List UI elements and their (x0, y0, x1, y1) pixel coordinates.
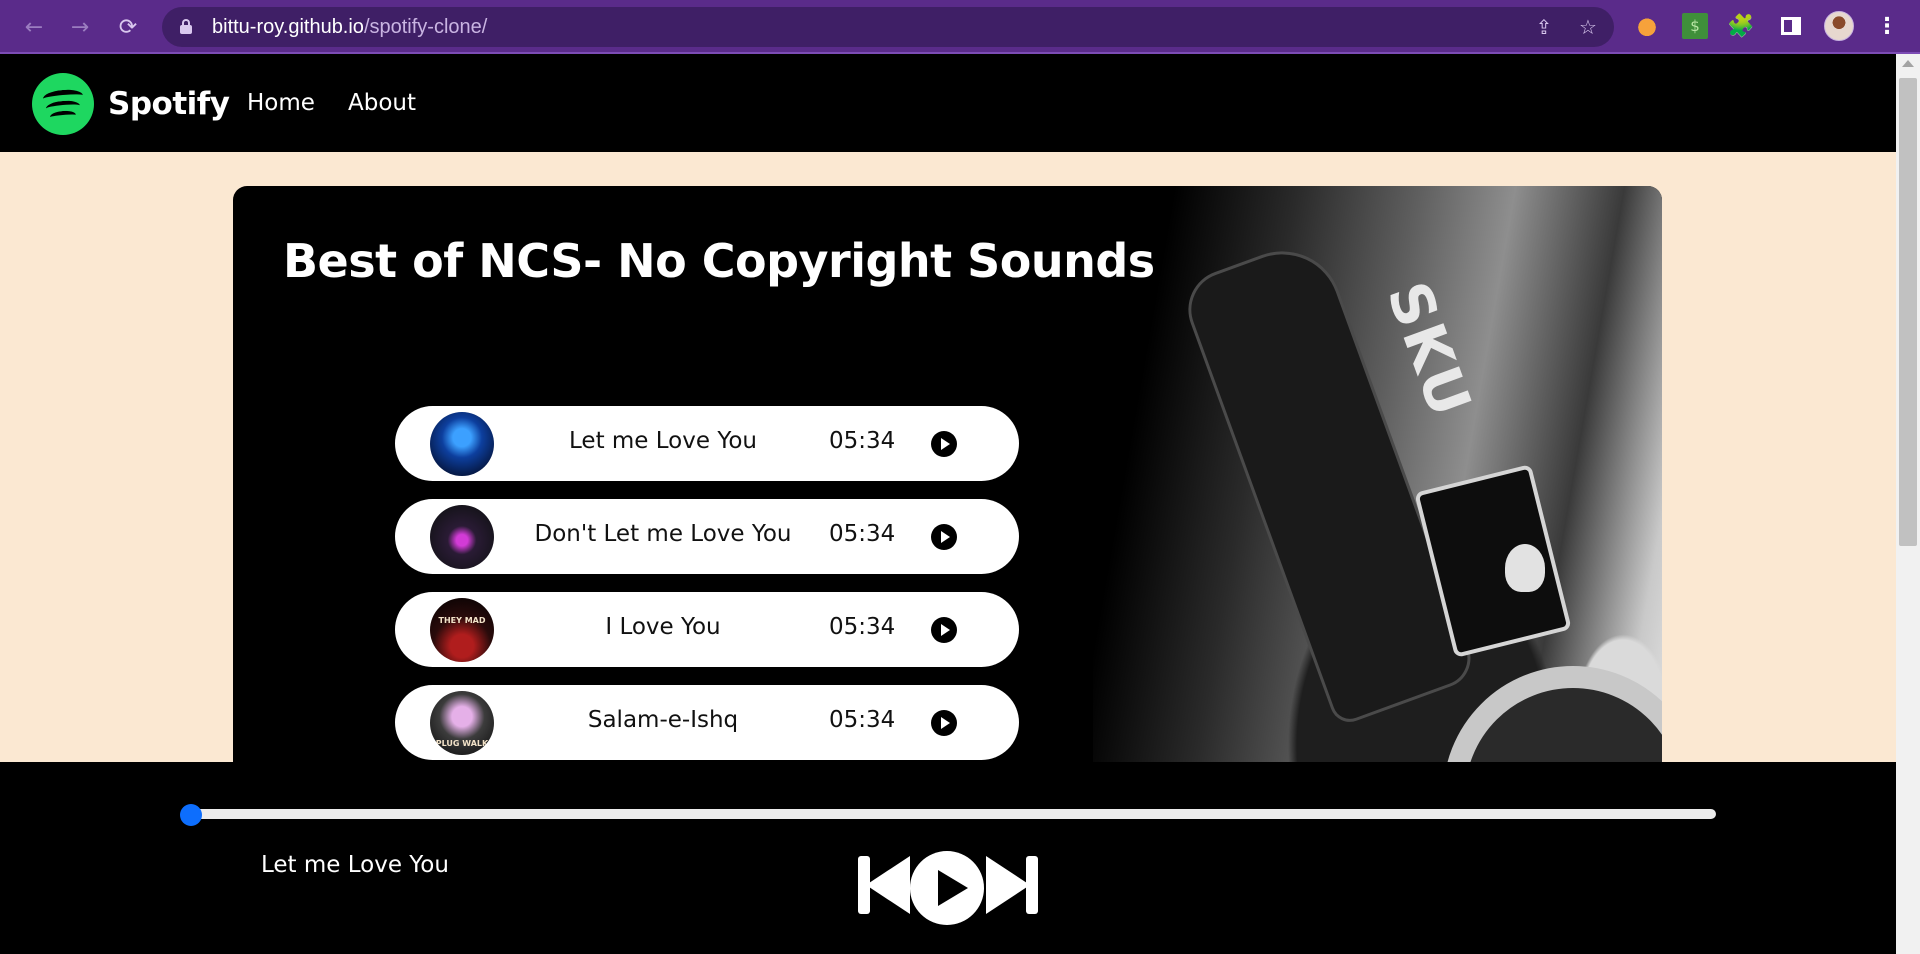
song-item[interactable]: PLUG WALK Salam-e-Ishq 05:34 (395, 685, 1019, 760)
play-circle-icon[interactable] (931, 524, 957, 550)
reload-icon[interactable]: ⟳ (112, 11, 144, 43)
song-duration: 05:34 (829, 521, 896, 547)
song-name: Don't Let me Love You (534, 521, 792, 547)
url-path: /spotify-clone/ (363, 16, 488, 38)
nav-link-home[interactable]: Home (247, 90, 315, 116)
dollar-extension-icon[interactable]: $ (1682, 13, 1708, 39)
forward-arrow-icon[interactable]: → (64, 11, 96, 43)
brand-name[interactable]: Spotify (108, 86, 230, 122)
metamask-fox-icon[interactable] (1634, 13, 1660, 39)
side-panel-icon[interactable] (1778, 13, 1804, 39)
share-icon[interactable]: ⇪ (1532, 15, 1556, 39)
page-viewport: Spotify Home About SKU Best of NCS- No C… (0, 54, 1896, 954)
site-navbar: Spotify Home About (0, 54, 1896, 152)
song-cover-image: PLUG WALK (430, 691, 494, 755)
play-circle-icon[interactable] (931, 617, 957, 643)
album-title: Best of NCS- No Copyright Sounds (283, 234, 1155, 288)
song-cover-image (430, 412, 494, 476)
lock-icon[interactable] (180, 19, 192, 34)
song-duration: 05:34 (829, 707, 896, 733)
bottom-player: Let me Love You (0, 762, 1896, 954)
browser-toolbar: ← → ⟳ bittu-roy.github.io/spotify-clone/… (0, 0, 1920, 54)
play-pause-icon[interactable] (910, 851, 984, 925)
progress-handle[interactable] (180, 804, 202, 826)
song-duration: 05:34 (829, 428, 896, 454)
url-domain: bittu-roy.github.io (212, 16, 364, 38)
extensions-puzzle-icon[interactable]: 🧩 (1727, 13, 1754, 39)
song-duration: 05:34 (829, 614, 896, 640)
skull-logo-icon (1505, 544, 1545, 592)
song-item[interactable]: Don't Let me Love You 05:34 (395, 499, 1019, 574)
song-name: Salam-e-Ishq (587, 707, 739, 733)
profile-avatar[interactable] (1824, 11, 1854, 41)
song-cover-image (430, 505, 494, 569)
song-item[interactable]: THEY MAD I Love You 05:34 (395, 592, 1019, 667)
spotify-logo-icon[interactable] (32, 73, 94, 135)
now-playing-title: Let me Love You (261, 852, 449, 878)
song-cover-image: THEY MAD (430, 598, 494, 662)
song-name: I Love You (605, 614, 721, 640)
next-track-icon[interactable] (986, 856, 1038, 914)
bookmark-star-icon[interactable]: ☆ (1576, 15, 1600, 39)
song-item[interactable]: Let me Love You 05:34 (395, 406, 1019, 481)
address-bar[interactable]: bittu-roy.github.io/spotify-clone/ ⇪ ☆ (162, 7, 1614, 47)
nav-link-about[interactable]: About (348, 90, 416, 116)
browser-menu-icon[interactable]: ⋮ (1874, 13, 1900, 39)
scroll-thumb[interactable] (1899, 78, 1917, 546)
cover-text: THEY MAD (438, 616, 486, 625)
previous-track-icon[interactable] (858, 856, 910, 914)
scroll-up-arrow-icon[interactable] (1902, 60, 1914, 67)
page-scrollbar[interactable] (1896, 54, 1920, 954)
cover-text: PLUG WALK (435, 739, 489, 748)
song-list: Let me Love You 05:34 Don't Let me Love … (395, 406, 1019, 778)
play-circle-icon[interactable] (931, 431, 957, 457)
url-text[interactable]: bittu-roy.github.io/spotify-clone/ (212, 16, 487, 39)
song-name: Let me Love You (569, 428, 757, 454)
back-arrow-icon[interactable]: ← (18, 11, 50, 43)
album-container: SKU Best of NCS- No Copyright Sounds Let… (233, 186, 1662, 826)
progress-bar[interactable] (190, 809, 1716, 819)
play-circle-icon[interactable] (931, 710, 957, 736)
